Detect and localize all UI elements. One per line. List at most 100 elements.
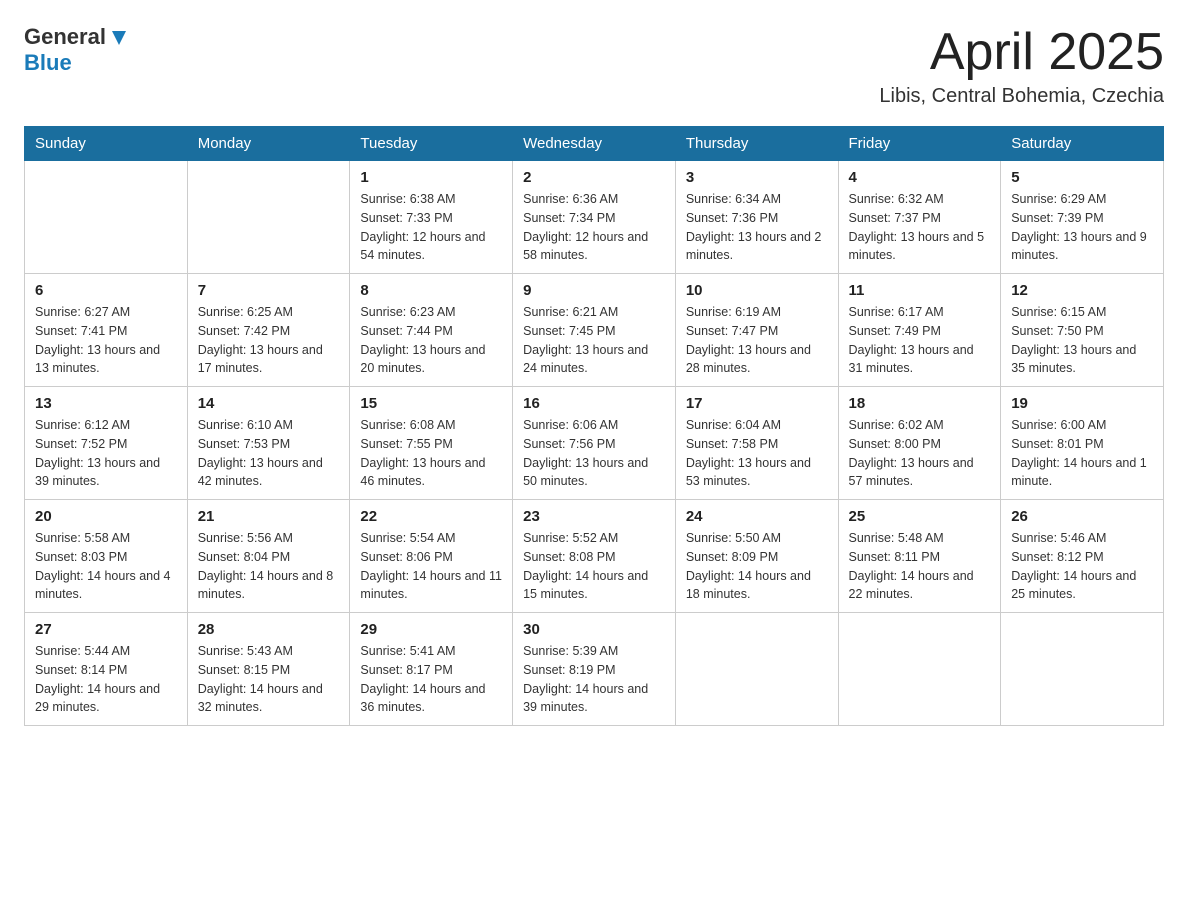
day-info: Sunrise: 6:27 AMSunset: 7:41 PMDaylight:…: [35, 303, 177, 378]
day-number: 19: [1011, 395, 1153, 412]
logo-general-text: General: [24, 24, 106, 50]
week-row-3: 13 Sunrise: 6:12 AMSunset: 7:52 PMDayligh…: [25, 387, 1164, 500]
day-info: Sunrise: 5:39 AMSunset: 8:19 PMDaylight:…: [523, 642, 665, 717]
week-row-1: 1Sunrise: 6:38 AMSunset: 7:33 PMDaylight…: [25, 161, 1164, 274]
calendar-cell: [25, 161, 188, 274]
header-tuesday: Tuesday: [350, 127, 513, 161]
day-info: Sunrise: 5:48 AMSunset: 8:11 PMDaylight:…: [849, 529, 991, 604]
day-info: Sunrise: 6:12 AMSunset: 7:52 PMDaylight:…: [35, 416, 177, 491]
day-info: Sunrise: 5:41 AMSunset: 8:17 PMDaylight:…: [360, 642, 502, 717]
logo-triangle-icon: [108, 27, 130, 49]
logo: General Blue: [24, 24, 130, 76]
calendar-cell: 21 Sunrise: 5:56 AMSunset: 8:04 PMDayligh…: [187, 500, 350, 613]
day-info: Sunrise: 6:32 AMSunset: 7:37 PMDaylight:…: [849, 190, 991, 265]
calendar-cell: 19 Sunrise: 6:00 AMSunset: 8:01 PMDayligh…: [1001, 387, 1164, 500]
calendar-cell: 28 Sunrise: 5:43 AMSunset: 8:15 PMDayligh…: [187, 613, 350, 726]
day-number: 10: [686, 282, 828, 299]
calendar-cell: 25 Sunrise: 5:48 AMSunset: 8:11 PMDayligh…: [838, 500, 1001, 613]
day-info: Sunrise: 5:46 AMSunset: 8:12 PMDaylight:…: [1011, 529, 1153, 604]
day-number: 30: [523, 621, 665, 638]
calendar-cell: 20 Sunrise: 5:58 AMSunset: 8:03 PMDayligh…: [25, 500, 188, 613]
day-info: Sunrise: 6:00 AMSunset: 8:01 PMDaylight:…: [1011, 416, 1153, 491]
day-info: Sunrise: 6:08 AMSunset: 7:55 PMDaylight:…: [360, 416, 502, 491]
calendar-cell: 5 Sunrise: 6:29 AMSunset: 7:39 PMDaylight…: [1001, 161, 1164, 274]
day-number: 4: [849, 169, 991, 186]
day-number: 5: [1011, 169, 1153, 186]
calendar-cell: [838, 613, 1001, 726]
calendar-cell: 10 Sunrise: 6:19 AMSunset: 7:47 PMDayligh…: [675, 274, 838, 387]
day-info: Sunrise: 6:10 AMSunset: 7:53 PMDaylight:…: [198, 416, 340, 491]
calendar-cell: 7Sunrise: 6:25 AMSunset: 7:42 PMDaylight…: [187, 274, 350, 387]
day-number: 24: [686, 508, 828, 525]
day-number: 6: [35, 282, 177, 299]
week-row-4: 20 Sunrise: 5:58 AMSunset: 8:03 PMDayligh…: [25, 500, 1164, 613]
calendar-cell: 4 Sunrise: 6:32 AMSunset: 7:37 PMDaylight…: [838, 161, 1001, 274]
calendar-cell: 12Sunrise: 6:15 AMSunset: 7:50 PMDayligh…: [1001, 274, 1164, 387]
day-number: 16: [523, 395, 665, 412]
calendar-cell: 2Sunrise: 6:36 AMSunset: 7:34 PMDaylight…: [513, 161, 676, 274]
day-info: Sunrise: 6:21 AMSunset: 7:45 PMDaylight:…: [523, 303, 665, 378]
day-info: Sunrise: 5:58 AMSunset: 8:03 PMDaylight:…: [35, 529, 177, 604]
calendar-cell: 23Sunrise: 5:52 AMSunset: 8:08 PMDayligh…: [513, 500, 676, 613]
day-info: Sunrise: 6:29 AMSunset: 7:39 PMDaylight:…: [1011, 190, 1153, 265]
subtitle: Libis, Central Bohemia, Czechia: [879, 85, 1164, 108]
day-number: 7: [198, 282, 340, 299]
calendar-cell: 16 Sunrise: 6:06 AMSunset: 7:56 PMDayligh…: [513, 387, 676, 500]
day-number: 27: [35, 621, 177, 638]
day-number: 1: [360, 169, 502, 186]
calendar-cell: 8 Sunrise: 6:23 AMSunset: 7:44 PMDaylight…: [350, 274, 513, 387]
day-number: 9: [523, 282, 665, 299]
calendar-cell: 30 Sunrise: 5:39 AMSunset: 8:19 PMDayligh…: [513, 613, 676, 726]
calendar-cell: [1001, 613, 1164, 726]
calendar-cell: 29 Sunrise: 5:41 AMSunset: 8:17 PMDayligh…: [350, 613, 513, 726]
calendar-cell: [675, 613, 838, 726]
day-info: Sunrise: 5:56 AMSunset: 8:04 PMDaylight:…: [198, 529, 340, 604]
day-number: 3: [686, 169, 828, 186]
calendar-cell: 27 Sunrise: 5:44 AMSunset: 8:14 PMDayligh…: [25, 613, 188, 726]
header-wednesday: Wednesday: [513, 127, 676, 161]
day-info: Sunrise: 6:06 AMSunset: 7:56 PMDaylight:…: [523, 416, 665, 491]
logo-blue-text: Blue: [24, 50, 130, 76]
calendar-cell: 24 Sunrise: 5:50 AMSunset: 8:09 PMDayligh…: [675, 500, 838, 613]
day-number: 28: [198, 621, 340, 638]
day-info: Sunrise: 6:15 AMSunset: 7:50 PMDaylight:…: [1011, 303, 1153, 378]
day-info: Sunrise: 6:04 AMSunset: 7:58 PMDaylight:…: [686, 416, 828, 491]
day-info: Sunrise: 6:17 AMSunset: 7:49 PMDaylight:…: [849, 303, 991, 378]
header-friday: Friday: [838, 127, 1001, 161]
header-monday: Monday: [187, 127, 350, 161]
calendar-cell: 18Sunrise: 6:02 AMSunset: 8:00 PMDayligh…: [838, 387, 1001, 500]
day-info: Sunrise: 5:54 AMSunset: 8:06 PMDaylight:…: [360, 529, 502, 604]
week-row-5: 27 Sunrise: 5:44 AMSunset: 8:14 PMDayligh…: [25, 613, 1164, 726]
day-number: 15: [360, 395, 502, 412]
day-number: 8: [360, 282, 502, 299]
calendar-cell: 22Sunrise: 5:54 AMSunset: 8:06 PMDayligh…: [350, 500, 513, 613]
calendar-cell: [187, 161, 350, 274]
day-info: Sunrise: 5:44 AMSunset: 8:14 PMDaylight:…: [35, 642, 177, 717]
day-info: Sunrise: 6:19 AMSunset: 7:47 PMDaylight:…: [686, 303, 828, 378]
page-header: General Blue April 2025 Libis, Central B…: [24, 24, 1164, 108]
day-number: 26: [1011, 508, 1153, 525]
day-info: Sunrise: 5:43 AMSunset: 8:15 PMDaylight:…: [198, 642, 340, 717]
header-thursday: Thursday: [675, 127, 838, 161]
day-number: 29: [360, 621, 502, 638]
day-number: 25: [849, 508, 991, 525]
day-info: Sunrise: 5:50 AMSunset: 8:09 PMDaylight:…: [686, 529, 828, 604]
calendar-cell: 13 Sunrise: 6:12 AMSunset: 7:52 PMDayligh…: [25, 387, 188, 500]
day-info: Sunrise: 6:36 AMSunset: 7:34 PMDaylight:…: [523, 190, 665, 265]
calendar-cell: 14Sunrise: 6:10 AMSunset: 7:53 PMDayligh…: [187, 387, 350, 500]
day-number: 20: [35, 508, 177, 525]
title-block: April 2025 Libis, Central Bohemia, Czech…: [879, 24, 1164, 108]
day-number: 23: [523, 508, 665, 525]
calendar-cell: 3 Sunrise: 6:34 AMSunset: 7:36 PMDaylight…: [675, 161, 838, 274]
calendar-header-row: SundayMondayTuesdayWednesdayThursdayFrid…: [25, 127, 1164, 161]
calendar-cell: 6 Sunrise: 6:27 AMSunset: 7:41 PMDaylight…: [25, 274, 188, 387]
day-number: 11: [849, 282, 991, 299]
day-number: 13: [35, 395, 177, 412]
day-number: 21: [198, 508, 340, 525]
day-info: Sunrise: 6:23 AMSunset: 7:44 PMDaylight:…: [360, 303, 502, 378]
calendar-cell: 1Sunrise: 6:38 AMSunset: 7:33 PMDaylight…: [350, 161, 513, 274]
header-saturday: Saturday: [1001, 127, 1164, 161]
main-title: April 2025: [879, 24, 1164, 81]
day-info: Sunrise: 6:34 AMSunset: 7:36 PMDaylight:…: [686, 190, 828, 265]
day-number: 18: [849, 395, 991, 412]
